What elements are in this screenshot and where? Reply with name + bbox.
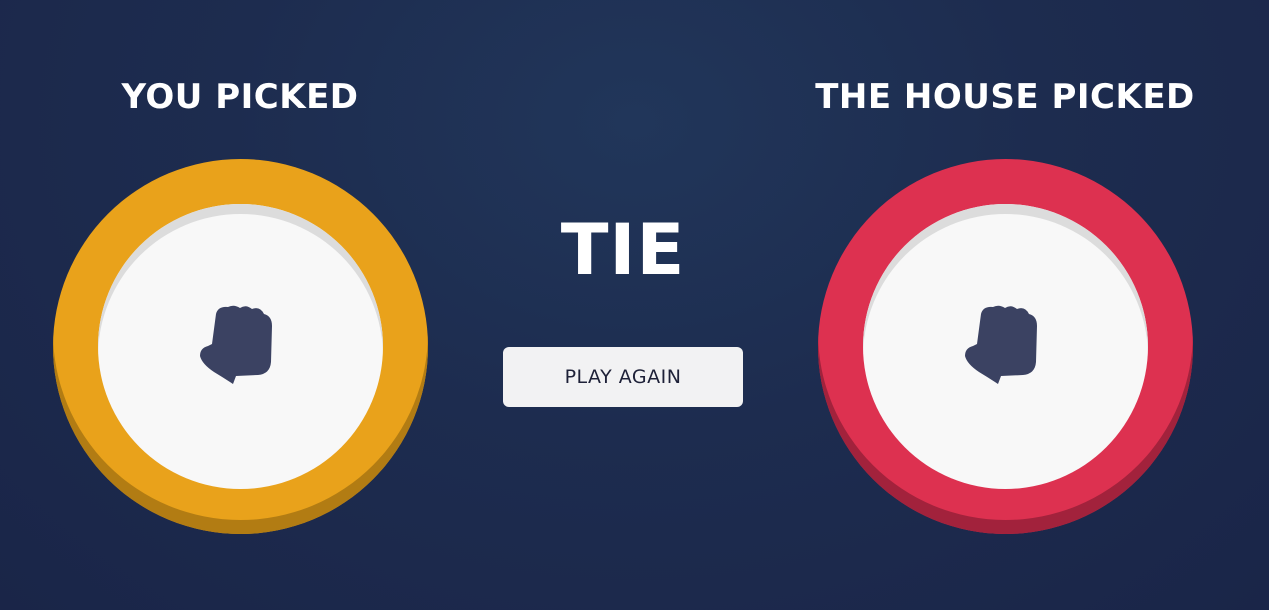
rock-fist-icon bbox=[965, 305, 1037, 384]
player-picked-label: YOU PICKED bbox=[121, 77, 359, 117]
result-text: TIE bbox=[560, 209, 686, 291]
player-choice-token bbox=[53, 159, 428, 534]
play-again-button[interactable]: PLAY AGAIN bbox=[503, 347, 743, 407]
house-choice-token bbox=[818, 159, 1193, 534]
house-picked-label: THE HOUSE PICKED bbox=[815, 77, 1195, 117]
rock-fist-icon bbox=[200, 305, 272, 384]
